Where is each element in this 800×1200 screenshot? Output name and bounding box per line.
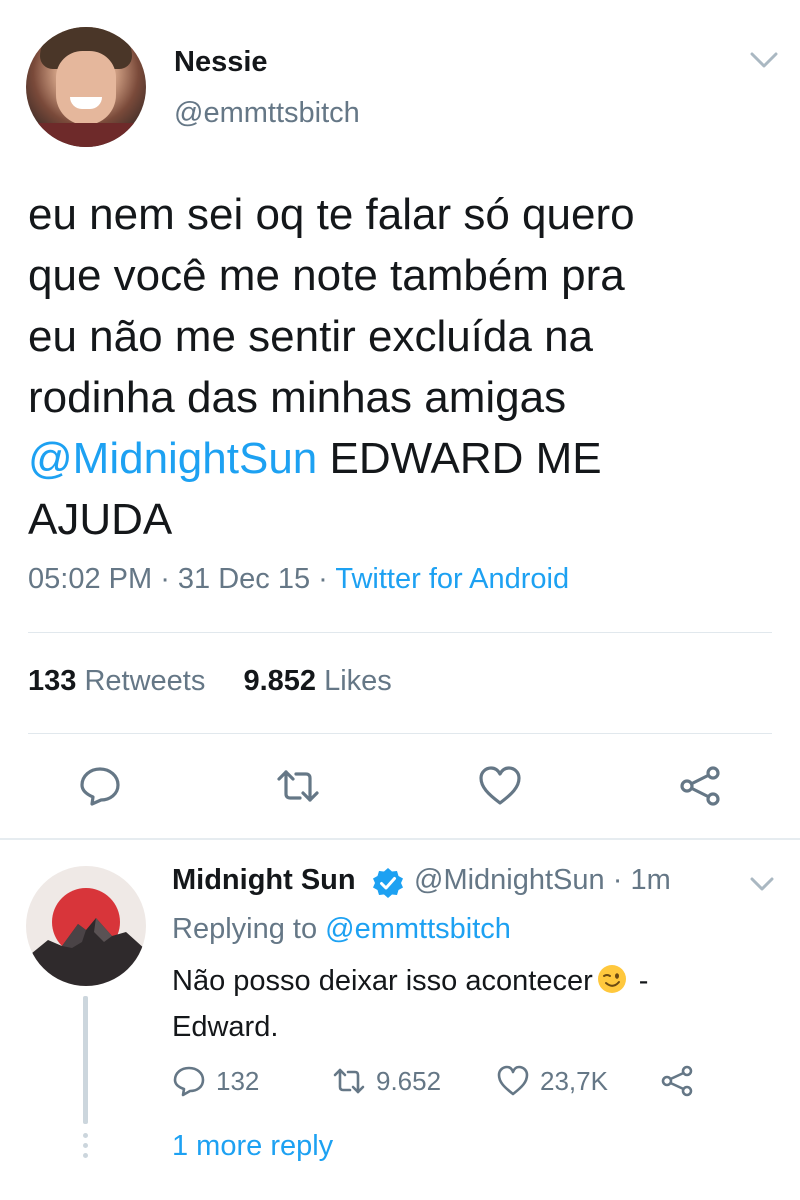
reply-icon [173, 1066, 205, 1097]
chevron-down-icon[interactable] [748, 48, 780, 72]
author-handle[interactable]: @emmttsbitch [174, 97, 360, 130]
tweet-time[interactable]: 05:02 PM [28, 563, 152, 595]
tweet-text-part: eu nem sei oq te falar só quero que você… [28, 190, 635, 422]
tweet-source-link[interactable]: Twitter for Android [335, 563, 569, 595]
reply-count: 132 [216, 1065, 260, 1096]
verified-badge-icon [373, 868, 403, 898]
retweets-stat[interactable]: 133 Retweets [28, 665, 205, 697]
thread-dot [83, 1153, 88, 1158]
meta-separator: · [152, 563, 178, 595]
meta-separator: · [310, 563, 336, 595]
reply-author-handle[interactable]: @MidnightSun [414, 864, 605, 896]
divider [28, 632, 772, 633]
retweets-count: 133 [28, 665, 77, 697]
likes-label: Likes [324, 665, 392, 697]
retweets-label: Retweets [84, 665, 206, 697]
retweet-icon[interactable] [276, 764, 320, 808]
replying-label: Replying to [172, 913, 326, 945]
replying-to-link[interactable]: @emmttsbitch [325, 913, 511, 945]
divider [28, 733, 772, 734]
share-icon [661, 1065, 693, 1097]
reply-time[interactable]: 1m [630, 864, 670, 896]
main-tweet: Nessie @emmttsbitch eu nem sei oq te fal… [0, 0, 800, 838]
reply-retweet-button[interactable]: 9.652 [332, 1063, 441, 1099]
reply-author-name[interactable]: Midnight Sun [172, 864, 356, 897]
reply-reply-button[interactable]: 132 [172, 1063, 259, 1099]
reply-text-part: Não posso deixar isso acontecer [172, 965, 593, 997]
thread-dot [83, 1133, 88, 1138]
thread-line [83, 996, 88, 1124]
meta-separator: · [604, 864, 631, 896]
reply-text: Não posso deixar isso acontecer - Edward… [172, 958, 772, 1050]
author-avatar[interactable] [26, 27, 146, 147]
reply-like-button[interactable]: 23,7K [496, 1063, 608, 1099]
chevron-down-icon[interactable] [748, 874, 776, 894]
more-replies-link[interactable]: 1 more reply [172, 1130, 333, 1163]
reply-icon[interactable] [78, 764, 122, 808]
author-name[interactable]: Nessie [174, 46, 268, 79]
share-icon[interactable] [678, 764, 722, 808]
mention-link[interactable]: @MidnightSun [28, 434, 317, 483]
retweet-count: 9.652 [376, 1065, 442, 1096]
reply-meta: @MidnightSun · 1m [414, 864, 671, 897]
likes-count: 9.852 [243, 665, 317, 697]
like-icon[interactable] [478, 764, 522, 808]
replying-to: Replying to @emmttsbitch [172, 913, 511, 946]
tweet-text: eu nem sei oq te falar só quero que você… [28, 184, 768, 550]
retweet-icon [333, 1068, 365, 1094]
likes-stat[interactable]: 9.852 Likes [243, 665, 391, 697]
tweet-date[interactable]: 31 Dec 15 [178, 563, 310, 595]
tweet-stats: 133 Retweets 9.852 Likes [28, 665, 392, 698]
like-count: 23,7K [540, 1065, 608, 1096]
reply-author-avatar[interactable] [26, 866, 146, 986]
tweet-meta: 05:02 PM · 31 Dec 15 · Twitter for Andro… [28, 563, 569, 596]
winking-face-icon [597, 965, 626, 993]
thread-dot [83, 1143, 88, 1148]
mountain-sun-icon [26, 888, 146, 986]
like-icon [497, 1065, 529, 1096]
section-separator [0, 838, 800, 840]
reply-share-button[interactable] [660, 1063, 704, 1099]
